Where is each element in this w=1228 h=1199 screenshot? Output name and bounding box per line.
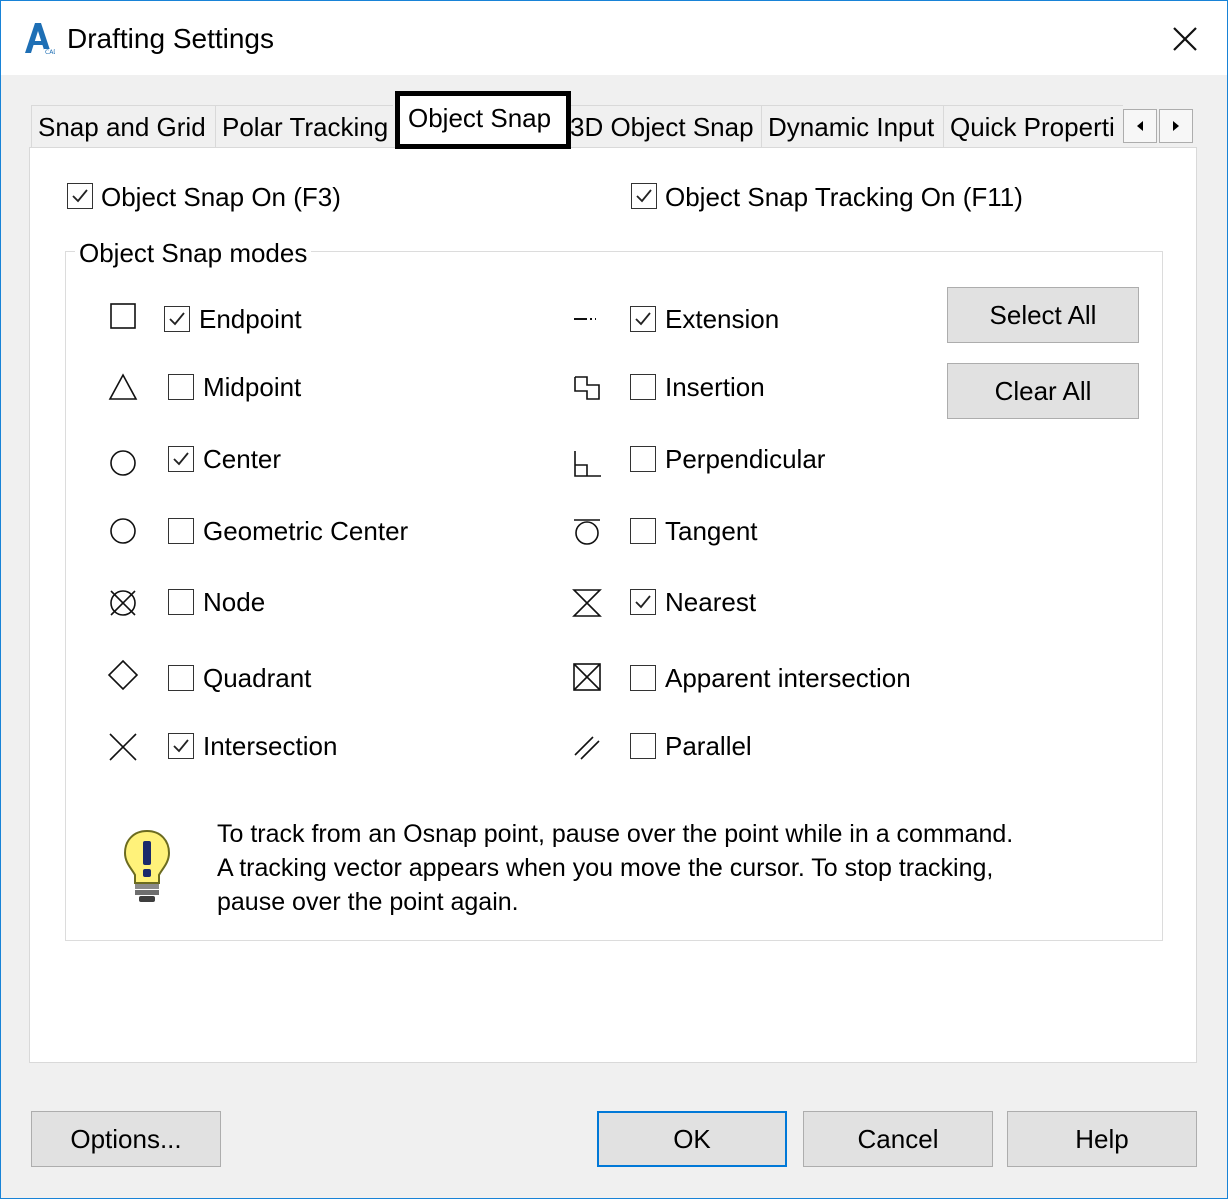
node-label: Node <box>203 587 266 617</box>
select-all-button[interactable]: Select All <box>947 287 1139 343</box>
center-label: Center <box>203 444 282 474</box>
help-button[interactable]: Help <box>1007 1111 1197 1167</box>
endpoint-label: Endpoint <box>199 304 302 334</box>
tab-strip: Snap and Grid Polar Tracking Object Snap… <box>31 91 1201 149</box>
chevron-left-icon <box>1137 121 1143 131</box>
cancel-button[interactable]: Cancel <box>803 1111 993 1167</box>
center-checkbox[interactable] <box>168 446 194 472</box>
quadrant-checkbox[interactable] <box>168 665 194 691</box>
tab-snap-and-grid[interactable]: Snap and Grid <box>31 105 215 147</box>
geometric-center-circle-icon <box>110 518 136 544</box>
tab-dynamic-input[interactable]: Dynamic Input <box>761 105 943 147</box>
tab-scroll-left-button[interactable] <box>1123 109 1157 143</box>
endpoint-checkbox[interactable] <box>164 306 190 332</box>
close-icon <box>1173 27 1197 51</box>
insertion-icon <box>574 376 600 400</box>
parallel-icon <box>574 736 600 760</box>
checkmark-icon <box>173 452 189 466</box>
center-circle-icon <box>110 450 136 476</box>
object-snap-on-label: Object Snap On (F3) <box>101 182 341 212</box>
tab-label: Polar Tracking <box>222 112 389 142</box>
checkmark-icon <box>72 189 88 203</box>
endpoint-square-icon <box>110 303 136 329</box>
apparent-intersection-icon <box>573 663 601 691</box>
autocad-logo-icon: CAD <box>25 23 55 55</box>
object-snap-tracking-on-checkbox[interactable] <box>631 183 657 209</box>
tangent-label: Tangent <box>665 516 758 546</box>
options-button[interactable]: Options... <box>31 1111 221 1167</box>
apparent-intersection-label: Apparent intersection <box>665 663 911 693</box>
object-snap-modes-title: Object Snap modes <box>75 237 312 269</box>
perpendicular-icon <box>574 451 601 477</box>
tab-polar-tracking[interactable]: Polar Tracking <box>215 105 393 147</box>
tab-3d-object-snap[interactable]: 3D Object Snap <box>563 105 761 147</box>
intersection-label: Intersection <box>203 731 338 761</box>
tab-label: 3D Object Snap <box>570 112 754 142</box>
close-button[interactable] <box>1159 15 1211 63</box>
perpendicular-label: Perpendicular <box>665 444 826 474</box>
extension-label: Extension <box>665 304 780 334</box>
extension-icon <box>574 318 596 320</box>
svg-text:CAD: CAD <box>45 49 55 55</box>
checkmark-icon <box>173 739 189 753</box>
tab-object-snap[interactable]: Object Snap <box>395 91 571 149</box>
object-snap-tracking-on-label: Object Snap Tracking On (F11) <box>665 182 1023 212</box>
insertion-checkbox[interactable] <box>630 374 656 400</box>
nearest-hourglass-icon <box>572 589 602 617</box>
parallel-checkbox[interactable] <box>630 733 656 759</box>
quadrant-diamond-icon <box>107 659 139 691</box>
clear-all-button[interactable]: Clear All <box>947 363 1139 419</box>
insertion-label: Insertion <box>665 372 765 402</box>
checkmark-icon <box>169 312 185 326</box>
midpoint-label: Midpoint <box>203 372 302 402</box>
ok-button[interactable]: OK <box>597 1111 787 1167</box>
window-title: Drafting Settings <box>67 23 274 54</box>
object-snap-on-checkbox[interactable] <box>67 183 93 209</box>
parallel-label: Parallel <box>665 731 752 761</box>
checkmark-icon <box>635 595 651 609</box>
apparent-intersection-checkbox[interactable] <box>630 665 656 691</box>
geometric-center-label: Geometric Center <box>203 516 409 546</box>
tab-label: Dynamic Input <box>768 112 935 142</box>
chevron-right-icon <box>1173 121 1179 131</box>
perpendicular-checkbox[interactable] <box>630 446 656 472</box>
checkmark-icon <box>636 189 652 203</box>
tab-quick-properties[interactable]: Quick Properti <box>943 105 1123 147</box>
lightbulb-icon <box>123 829 171 902</box>
extension-checkbox[interactable] <box>630 306 656 332</box>
intersection-checkbox[interactable] <box>168 733 194 759</box>
checkmark-icon <box>635 312 651 326</box>
nearest-label: Nearest <box>665 587 757 617</box>
tab-scroll-right-button[interactable] <box>1159 109 1193 143</box>
tangent-checkbox[interactable] <box>630 518 656 544</box>
title-bar: CAD Drafting Settings <box>1 1 1227 75</box>
tab-label: Object Snap <box>408 103 552 133</box>
tab-label: Snap and Grid <box>38 112 206 142</box>
tab-label: Quick Properti <box>950 112 1115 142</box>
midpoint-checkbox[interactable] <box>168 374 194 400</box>
tangent-icon <box>574 519 600 545</box>
tracking-hint-text: To track from an Osnap point, pause over… <box>217 820 1014 916</box>
node-checkbox[interactable] <box>168 589 194 615</box>
quadrant-label: Quadrant <box>203 663 312 693</box>
node-icon <box>110 590 136 616</box>
geometric-center-checkbox[interactable] <box>168 518 194 544</box>
nearest-checkbox[interactable] <box>630 589 656 615</box>
midpoint-triangle-icon <box>108 373 138 400</box>
drafting-settings-dialog: CAD Drafting Settings Snap and Grid Pola… <box>0 0 1228 1199</box>
intersection-x-icon <box>109 733 137 761</box>
